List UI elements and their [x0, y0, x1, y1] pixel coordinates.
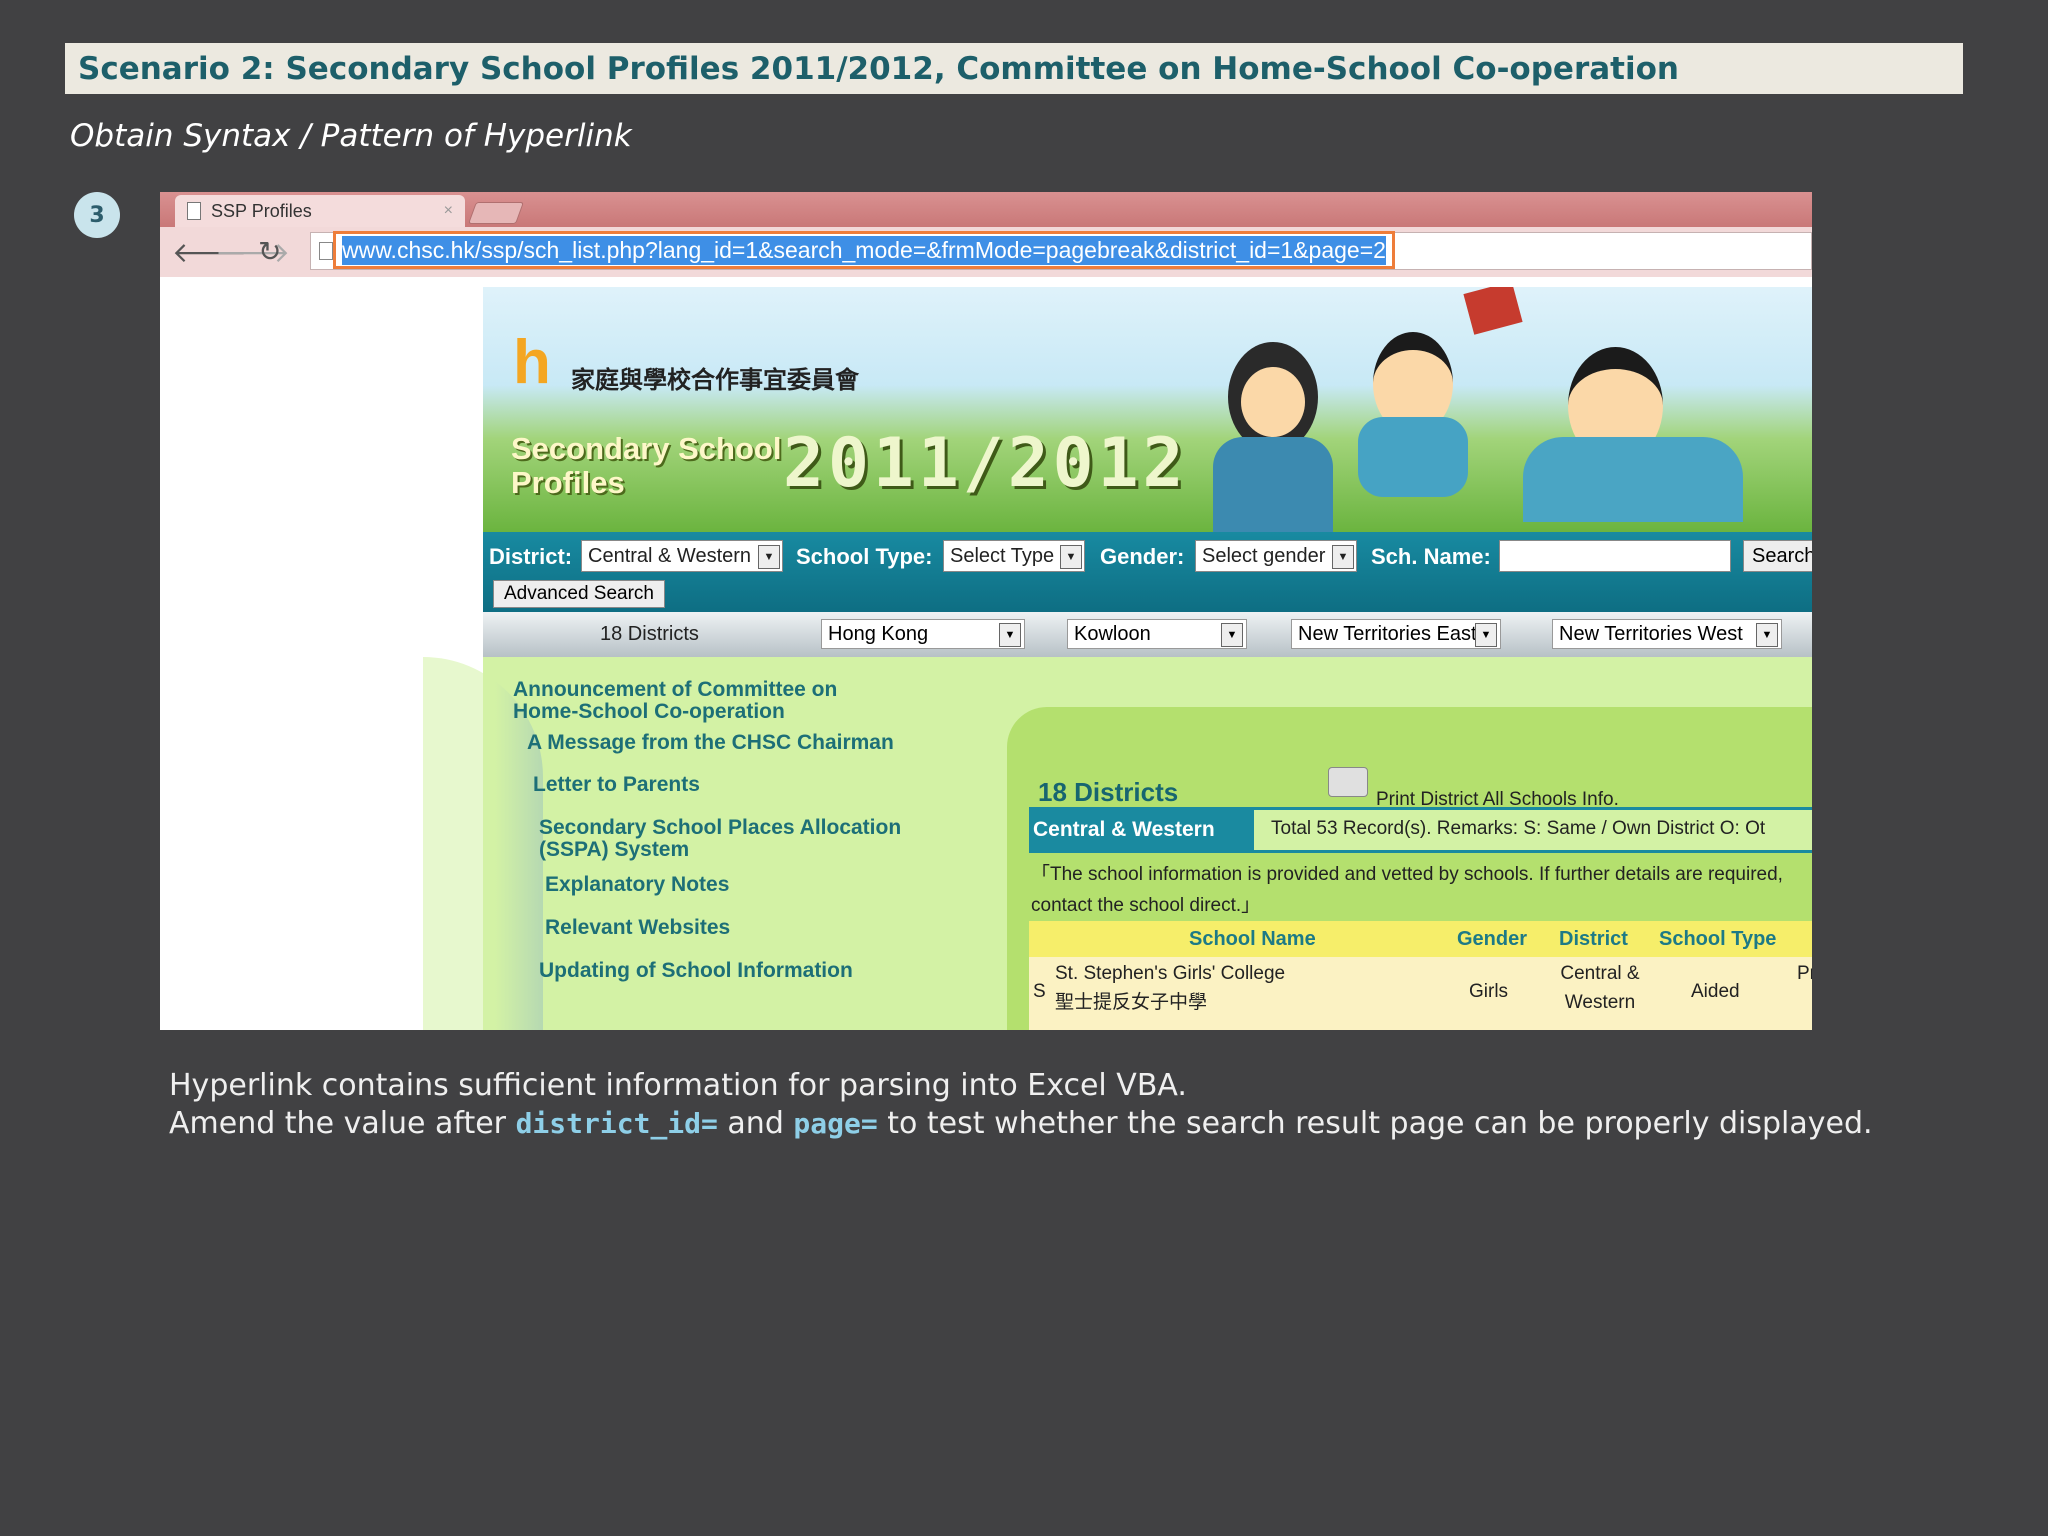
- close-icon[interactable]: ×: [444, 202, 453, 220]
- record-summary: Total 53 Record(s). Remarks: S: Same / O…: [1271, 818, 1766, 839]
- new-tab-button[interactable]: [467, 202, 525, 224]
- district-select-value: Central & Western: [588, 544, 752, 567]
- site-banner: h 家庭與學校合作事宜委員會 Secondary School Profiles…: [483, 287, 1812, 532]
- nav-link-updating-info[interactable]: Updating of School Information: [539, 960, 853, 982]
- browser-tab[interactable]: SSP Profiles ×: [175, 195, 465, 227]
- school-district: Central & Western: [1560, 963, 1640, 1013]
- results-heading: 18 Districts: [1038, 777, 1179, 807]
- region-select-value: New Territories East: [1298, 622, 1477, 645]
- region-select-value: Kowloon: [1074, 622, 1151, 645]
- nav-link-sspa-system[interactable]: Secondary School Places Allocation (SSPA…: [539, 817, 959, 861]
- caption-text: Amend the value after: [169, 1106, 507, 1141]
- all-districts-link[interactable]: 18 Districts: [600, 623, 699, 646]
- region-select-nt-west[interactable]: New Territories West ▼: [1552, 619, 1782, 649]
- gender-select[interactable]: Select gender ▼: [1195, 540, 1357, 572]
- school-gender: Girls: [1469, 981, 1509, 1002]
- region-bar: 18 Districts Hong Kong ▼ Kowloon ▼ New T…: [483, 612, 1812, 657]
- book-illustration: [1463, 287, 1523, 335]
- caption-line-2: Amend the value after district_id= and p…: [169, 1106, 1873, 1141]
- tab-title: SSP Profiles: [211, 200, 312, 221]
- page-icon: [319, 242, 333, 260]
- table-header: School Name Gender District School Type: [1029, 921, 1812, 957]
- district-label: District:: [489, 544, 573, 569]
- district-select[interactable]: Central & Western ▼: [581, 540, 783, 572]
- cartoon-girl-body: [1213, 437, 1333, 532]
- chevron-down-icon: ▼: [1060, 545, 1082, 569]
- chevron-down-icon: ▼: [1756, 623, 1778, 647]
- school-name-input[interactable]: [1499, 540, 1731, 572]
- column-header[interactable]: School Type: [1659, 928, 1776, 951]
- nav-link-letter-to-parents[interactable]: Letter to Parents: [533, 774, 700, 796]
- region-select-kowloon[interactable]: Kowloon ▼: [1067, 619, 1247, 649]
- chevron-down-icon: ▼: [999, 623, 1021, 647]
- website: h 家庭與學校合作事宜委員會 Secondary School Profiles…: [423, 287, 1812, 1030]
- chsc-logo: h: [513, 328, 551, 397]
- chevron-down-icon: ▼: [1332, 545, 1354, 569]
- banner-title: Secondary School Profiles: [511, 431, 782, 500]
- column-header[interactable]: Gender: [1457, 928, 1527, 951]
- nav-link-relevant-websites[interactable]: Relevant Websites: [545, 917, 730, 939]
- gender-select-value: Select gender: [1202, 544, 1326, 567]
- chevron-down-icon: ▼: [1475, 623, 1497, 647]
- org-name: 家庭與學校合作事宜委員會: [571, 367, 859, 394]
- reload-icon[interactable]: ↻: [258, 235, 281, 268]
- caption-text: to test whether the search result page c…: [887, 1106, 1873, 1141]
- region-select-nt-east[interactable]: New Territories East ▼: [1291, 619, 1501, 649]
- tab-strip: SSP Profiles ×: [160, 192, 1812, 227]
- gender-label: Gender:: [1100, 544, 1185, 569]
- code-district-id: district_id=: [515, 1107, 718, 1140]
- school-type-label: School Type:: [796, 544, 933, 569]
- url-text[interactable]: www.chsc.hk/ssp/sch_list.php?lang_id=1&s…: [342, 235, 1386, 265]
- school-name-en[interactable]: St. Stephen's Girls' College: [1055, 959, 1285, 988]
- school-extra: Pr: [1797, 963, 1812, 984]
- region-select-value: Hong Kong: [828, 622, 929, 645]
- table-row: S St. Stephen's Girls' College 聖士提反女子中學 …: [1029, 957, 1812, 1030]
- address-bar[interactable]: www.chsc.hk/ssp/sch_list.php?lang_id=1&s…: [310, 231, 1812, 270]
- cartoon-boy-body: [1358, 417, 1468, 497]
- chevron-down-icon: ▼: [758, 545, 780, 569]
- district-bar: Central & Western Total 53 Record(s). Re…: [1029, 807, 1812, 853]
- school-type: Aided: [1691, 981, 1740, 1002]
- column-header[interactable]: District: [1559, 928, 1628, 951]
- school-name-zh[interactable]: 聖士提反女子中學: [1055, 988, 1207, 1017]
- region-select-hong-kong[interactable]: Hong Kong ▼: [821, 619, 1025, 649]
- school-name-label: Sch. Name:: [1371, 544, 1491, 569]
- district-name: Central & Western: [1029, 810, 1254, 850]
- nav-link-chairman-message[interactable]: A Message from the CHSC Chairman: [527, 732, 894, 754]
- cartoon-girl-face: [1241, 367, 1305, 437]
- cartoon-boy2-body: [1523, 437, 1743, 522]
- slide-title: Scenario 2: Secondary School Profiles 20…: [65, 43, 1963, 94]
- nav-link-explanatory-notes[interactable]: Explanatory Notes: [545, 874, 729, 896]
- search-bar: District: Central & Western ▼ School Typ…: [483, 532, 1812, 612]
- banner-year: 2011/2012: [783, 424, 1188, 503]
- url-highlight-box: www.chsc.hk/ssp/sch_list.php?lang_id=1&s…: [333, 231, 1395, 269]
- school-info-notice: 「The school information is provided and …: [1031, 864, 1783, 916]
- column-header[interactable]: School Name: [1189, 928, 1316, 951]
- caption-text: and: [727, 1106, 784, 1141]
- search-button[interactable]: Search: [1743, 540, 1812, 572]
- school-type-select[interactable]: Select Type ▼: [943, 540, 1085, 572]
- page-icon: [187, 202, 201, 220]
- browser-screenshot: SSP Profiles × 🡐 🡒 ↻ www.chsc.hk/ssp/sch…: [160, 192, 1812, 1030]
- school-type-select-value: Select Type: [950, 544, 1055, 567]
- caption-line-1: Hyperlink contains sufficient informatio…: [169, 1068, 1187, 1103]
- chevron-down-icon: ▼: [1221, 623, 1243, 647]
- browser-toolbar: 🡐 🡒 ↻ www.chsc.hk/ssp/sch_list.php?lang_…: [160, 227, 1812, 277]
- code-page: page=: [793, 1107, 878, 1140]
- printer-icon[interactable]: [1328, 767, 1368, 797]
- advanced-search-button[interactable]: Advanced Search: [493, 580, 665, 608]
- step-badge: 3: [74, 192, 120, 238]
- row-prefix: S: [1033, 981, 1046, 1002]
- region-select-value: New Territories West: [1559, 622, 1743, 645]
- nav-link-announcement[interactable]: Announcement of Committee on Home-School…: [513, 679, 893, 723]
- content-area: Announcement of Committee on Home-School…: [423, 657, 1812, 1030]
- slide-subtitle: Obtain Syntax / Pattern of Hyperlink: [70, 118, 632, 154]
